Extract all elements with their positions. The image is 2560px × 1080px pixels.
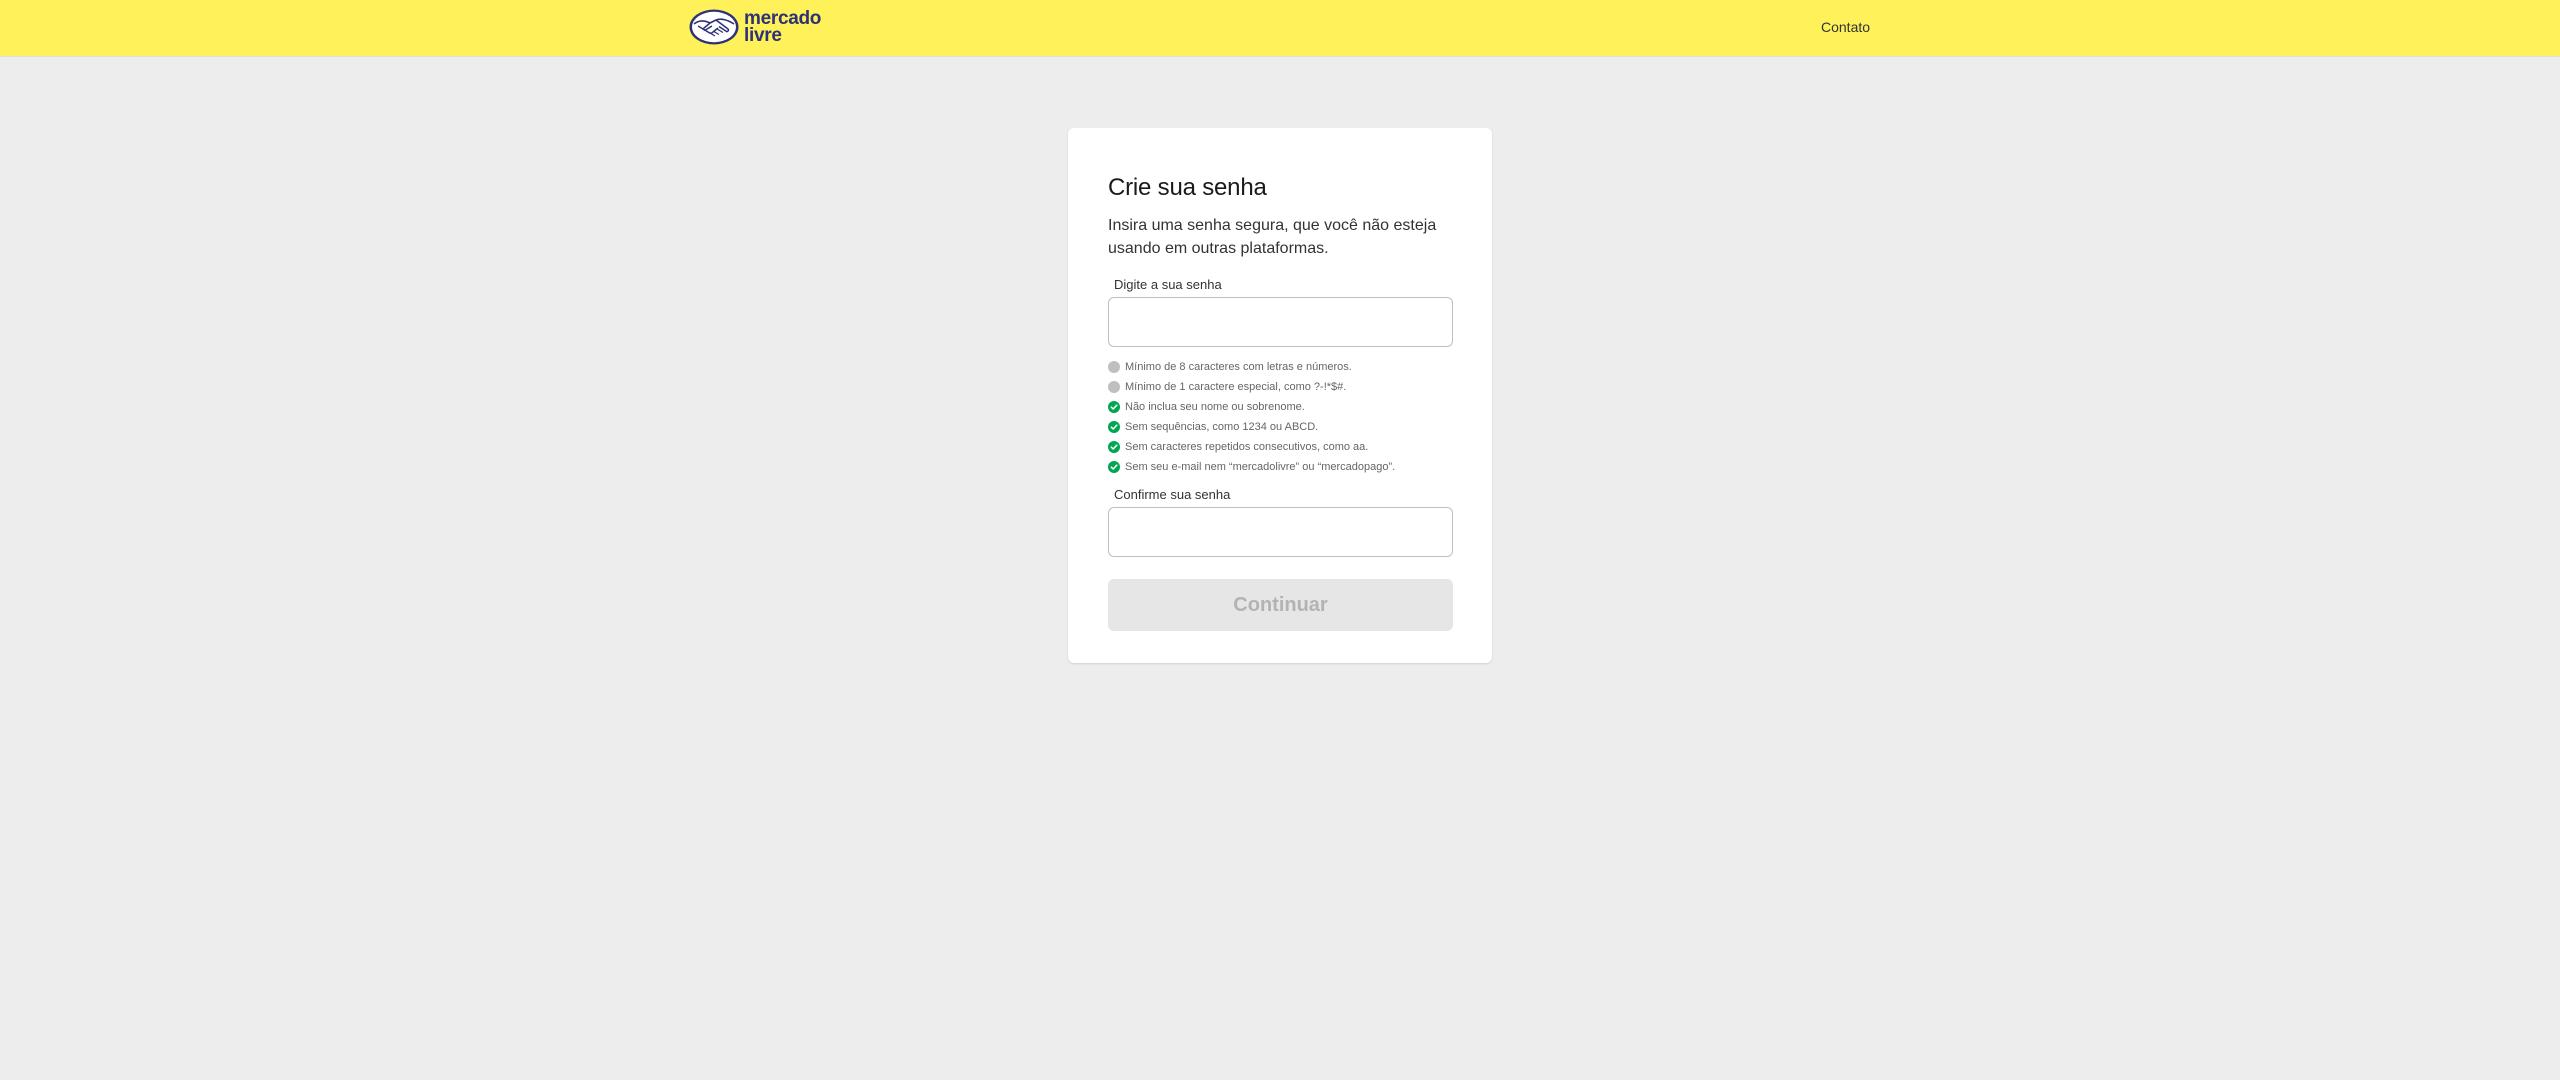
password-rule-text: Mínimo de 1 caractere especial, como ?-!… bbox=[1125, 381, 1347, 393]
password-rule: Sem caracteres repetidos consecutivos, c… bbox=[1108, 437, 1452, 457]
page-subtitle: Insira uma senha segura, que você não es… bbox=[1108, 217, 1437, 257]
confirm-password-label: Confirme sua senha bbox=[1114, 487, 1231, 502]
gray-circle-icon bbox=[1108, 381, 1120, 393]
gray-circle-icon bbox=[1108, 361, 1120, 373]
password-rule-text: Não inclua seu nome ou sobrenome. bbox=[1125, 401, 1305, 413]
password-label: Digite a sua senha bbox=[1114, 277, 1222, 292]
confirm-password-input[interactable] bbox=[1108, 507, 1453, 557]
green-check-icon bbox=[1108, 401, 1120, 413]
green-check-icon bbox=[1108, 421, 1120, 433]
password-rule: Mínimo de 8 caracteres com letras e núme… bbox=[1108, 357, 1452, 377]
contact-link[interactable]: Contato bbox=[1821, 19, 1870, 35]
password-rule: Não inclua seu nome ou sobrenome. bbox=[1108, 397, 1452, 417]
green-check-icon bbox=[1108, 441, 1120, 453]
mercado-livre-logo[interactable]: mercado livre bbox=[688, 5, 821, 49]
password-rule: Mínimo de 1 caractere especial, como ?-!… bbox=[1108, 377, 1452, 397]
top-header: mercado livre Contato bbox=[0, 0, 2560, 56]
green-check-icon bbox=[1108, 461, 1120, 473]
password-rule-text: Mínimo de 8 caracteres com letras e núme… bbox=[1125, 361, 1352, 373]
password-input[interactable] bbox=[1108, 297, 1453, 347]
logo-text-line2: livre bbox=[744, 25, 782, 46]
page-title: Crie sua senha bbox=[1108, 174, 1267, 201]
password-rules-list: Mínimo de 8 caracteres com letras e núme… bbox=[1108, 357, 1452, 477]
password-rule-text: Sem caracteres repetidos consecutivos, c… bbox=[1125, 441, 1369, 453]
password-rule-text: Sem seu e-mail nem “mercadolivre” ou “me… bbox=[1125, 461, 1396, 473]
password-rule: Sem seu e-mail nem “mercadolivre” ou “me… bbox=[1108, 457, 1452, 477]
handshake-logo-icon bbox=[689, 9, 739, 45]
logo-wordmark: mercado livre bbox=[744, 9, 821, 46]
password-rule: Sem sequências, como 1234 ou ABCD. bbox=[1108, 417, 1452, 437]
continue-button[interactable]: Continuar bbox=[1108, 579, 1453, 631]
password-rule-text: Sem sequências, como 1234 ou ABCD. bbox=[1125, 421, 1319, 433]
create-password-card: Crie sua senha Insira uma senha segura, … bbox=[1068, 128, 1492, 663]
